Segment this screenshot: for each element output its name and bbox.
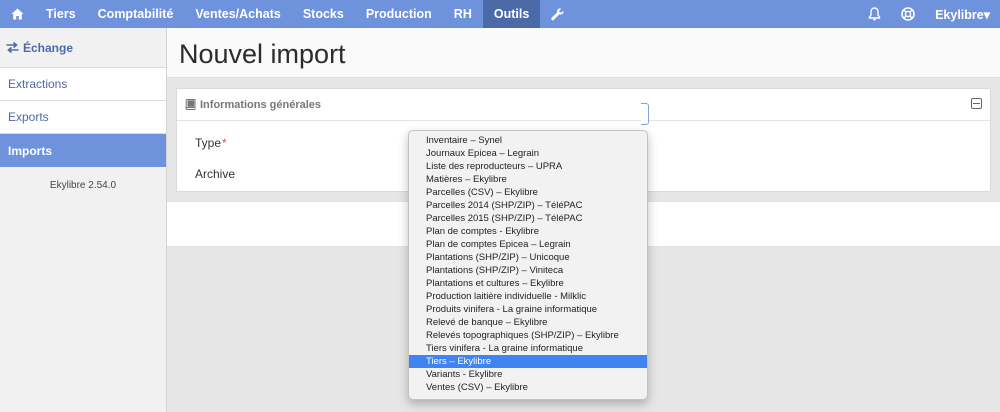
sidebar-item-imports[interactable]: Imports (0, 134, 166, 167)
archive-field-label: Archive (195, 167, 236, 181)
nav-stocks[interactable]: Stocks (292, 0, 355, 28)
select-option[interactable]: Inventaire – Synel (409, 134, 647, 147)
select-option[interactable]: Tiers vinifera - La graine informatique (409, 342, 647, 355)
select-option[interactable]: Journaux Epicea – Legrain (409, 147, 647, 160)
user-menu[interactable]: Ekylibre▾ (925, 0, 1000, 28)
home-icon (11, 8, 24, 20)
type-label-text: Type (195, 136, 222, 150)
sidebar-item-extractions[interactable]: Extractions (0, 68, 166, 101)
select-option[interactable]: Liste des reproducteurs – UPRA (409, 160, 647, 173)
type-select-dropdown: Inventaire – Synel Journaux Epicea – Leg… (408, 130, 648, 400)
select-option[interactable]: Plantations et cultures – Ekylibre (409, 277, 647, 290)
select-option[interactable]: Ventes (CSV) – Ekylibre (409, 381, 647, 394)
top-navbar: Tiers Comptabilité Ventes/Achats Stocks … (0, 0, 1000, 28)
select-option[interactable]: Produits vinifera - La graine informatiq… (409, 303, 647, 316)
nav-tiers[interactable]: Tiers (35, 0, 87, 28)
type-field-label: Type* (195, 136, 227, 150)
sidebar: Échange Extractions Exports Imports Ekyl… (0, 28, 167, 412)
bell-icon (868, 7, 881, 21)
select-option[interactable]: Relevés topographiques (SHP/ZIP) – Ekyli… (409, 329, 647, 342)
select-option[interactable]: Plantations (SHP/ZIP) – Unicoque (409, 251, 647, 264)
required-marker: * (222, 136, 227, 150)
collapse-icon[interactable] (971, 98, 982, 109)
exchange-icon (6, 42, 19, 53)
panel-title: Informations générales (200, 98, 322, 111)
page-header: Nouvel import (167, 28, 1000, 78)
select-option[interactable]: Matières – Ekylibre (409, 173, 647, 186)
page-title: Nouvel import (179, 39, 346, 69)
nav-rh[interactable]: RH (443, 0, 483, 28)
select-option-selected[interactable]: Tiers – Ekylibre (409, 355, 647, 368)
select-option[interactable]: Plantations (SHP/ZIP) – Viniteca (409, 264, 647, 277)
sidebar-item-exports[interactable]: Exports (0, 101, 166, 134)
nav-right-group: Ekylibre▾ (858, 0, 1000, 28)
select-option[interactable]: Production laitière individuelle - Milkl… (409, 290, 647, 303)
select-option[interactable]: Parcelles 2014 (SHP/ZIP) – TéléPAC (409, 199, 647, 212)
notifications-button[interactable] (858, 0, 891, 28)
help-button[interactable] (891, 0, 925, 28)
nav-ventes-achats[interactable]: Ventes/Achats (184, 0, 291, 28)
select-option[interactable]: Parcelles (CSV) – Ekylibre (409, 186, 647, 199)
panel-header: Informations générales (177, 89, 990, 121)
app-version: Ekylibre 2.54.0 (49, 180, 117, 191)
settings-button[interactable] (540, 0, 575, 28)
select-option[interactable]: Parcelles 2015 (SHP/ZIP) – TéléPAC (409, 212, 647, 225)
type-select[interactable] (641, 103, 649, 125)
sidebar-section-title: Échange (0, 28, 166, 68)
select-option[interactable]: Relevé de banque – Ekylibre (409, 316, 647, 329)
nav-production[interactable]: Production (355, 0, 443, 28)
sidebar-section-label: Échange (23, 40, 74, 55)
nav-comptabilite[interactable]: Comptabilité (87, 0, 185, 28)
home-button[interactable] (0, 0, 35, 28)
lifebuoy-icon (901, 7, 915, 21)
nav-outils[interactable]: Outils (482, 0, 541, 28)
book-icon (185, 99, 196, 110)
select-option[interactable]: Plan de comptes Epicea – Legrain (409, 238, 647, 251)
select-option[interactable]: Variants - Ekylibre (409, 368, 647, 381)
wrench-icon (551, 7, 564, 20)
select-option[interactable]: Plan de comptes - Ekylibre (409, 225, 647, 238)
